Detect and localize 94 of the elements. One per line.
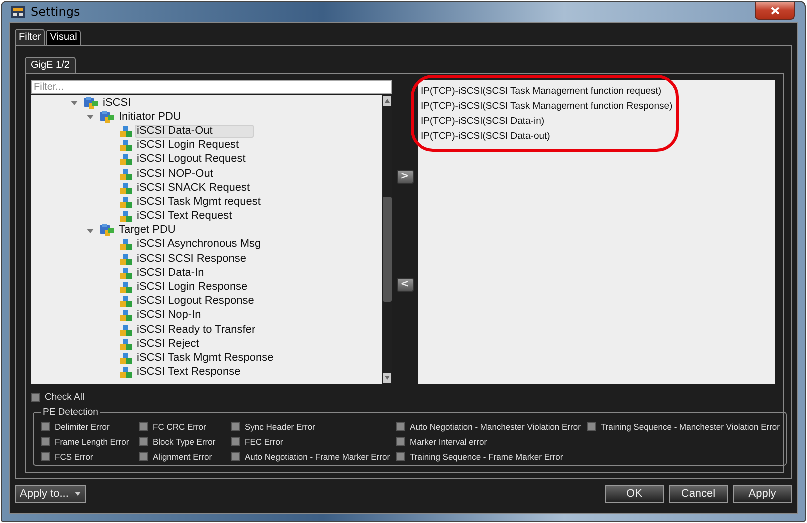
folder-icon xyxy=(84,96,98,110)
tab[interactable]: Filter xyxy=(15,29,46,45)
checkbox-label: Auto Negotiation - Manchester Violation Error xyxy=(410,422,581,432)
apply-to-dropdown[interactable]: Apply to... xyxy=(15,485,86,503)
caret-icon xyxy=(74,492,81,496)
window-title: Settings xyxy=(31,5,80,19)
list-item[interactable]: IP(TCP)-iSCSI(SCSI Data-out) xyxy=(421,129,772,144)
checkbox[interactable] xyxy=(31,393,40,402)
dialog-button[interactable]: Cancel xyxy=(669,485,728,503)
checkbox[interactable] xyxy=(139,437,148,446)
tree-item[interactable]: iSCSI SNACK Request xyxy=(135,182,252,195)
tree-item[interactable]: iSCSI Login Request xyxy=(135,139,242,152)
tree-item[interactable]: iSCSI Data-Out xyxy=(135,124,254,138)
tree-item[interactable]: iSCSI Asynchronous Msg xyxy=(135,238,264,252)
checkbox-label: Frame Length Error xyxy=(55,436,130,446)
dialog-button[interactable]: Apply xyxy=(733,485,792,503)
tree-item[interactable]: iSCSI Logout Request xyxy=(135,153,248,166)
dialog-button[interactable]: OK xyxy=(605,485,664,503)
packet-icon xyxy=(120,367,132,378)
scroll-up-icon[interactable] xyxy=(384,99,390,103)
checkbox-label: Delimiter Error xyxy=(55,422,110,432)
packet-icon xyxy=(120,282,132,294)
expanded-arrow-icon[interactable] xyxy=(87,114,94,120)
tree-item[interactable]: Initiator PDU xyxy=(117,110,184,124)
tree-item[interactable]: iSCSI Login Response xyxy=(135,281,250,294)
checkbox-label: FCS Error xyxy=(55,452,94,462)
checkbox-label: Alignment Error xyxy=(153,452,212,462)
group-title: PE Detection xyxy=(42,407,100,418)
checkbox-label: Check All xyxy=(45,392,85,403)
checkbox[interactable] xyxy=(396,452,406,461)
packet-icon xyxy=(120,182,132,194)
tree-item[interactable]: iSCSI Reject xyxy=(135,338,202,351)
tree-item[interactable]: iSCSI Text Request xyxy=(135,210,234,224)
checkbox[interactable] xyxy=(396,437,406,446)
filter-field[interactable]: Filter... xyxy=(31,80,392,94)
checkbox-label: FEC Error xyxy=(245,436,284,446)
packet-icon xyxy=(120,352,132,364)
checkbox[interactable] xyxy=(139,452,148,461)
checkbox[interactable] xyxy=(139,422,148,431)
checkbox-label: Sync Header Error xyxy=(245,422,316,432)
packet-icon xyxy=(120,168,132,180)
packet-icon xyxy=(120,254,132,265)
app-icon xyxy=(11,6,25,18)
packet-icon xyxy=(120,211,132,222)
expanded-arrow-icon[interactable] xyxy=(71,100,78,106)
checkbox-label: FC CRC Error xyxy=(153,422,206,432)
checkbox[interactable] xyxy=(231,437,240,446)
packet-icon xyxy=(120,268,132,279)
checkbox-label: Marker Interval error xyxy=(410,436,488,446)
tree-item[interactable]: iSCSI Logout Response xyxy=(135,295,256,308)
checkbox[interactable] xyxy=(41,452,50,461)
tree-item[interactable]: iSCSI Ready to Transfer xyxy=(135,324,258,337)
close-button[interactable] xyxy=(755,2,795,20)
tree-item[interactable]: iSCSI Nop-In xyxy=(135,309,204,322)
checkbox[interactable] xyxy=(396,422,406,431)
packet-icon xyxy=(120,154,132,166)
move-button[interactable]: < xyxy=(396,278,414,292)
tree-item[interactable]: iSCSI Task Mgmt request xyxy=(135,196,263,209)
tree-item[interactable]: iSCSI SCSI Response xyxy=(135,252,248,266)
tree-item[interactable]: iSCSI xyxy=(101,96,134,110)
packet-icon xyxy=(120,296,132,308)
list-item[interactable]: IP(TCP)-iSCSI(SCSI Data-in) xyxy=(421,114,772,129)
list-item[interactable]: IP(TCP)-iSCSI(SCSI Task Management function request) xyxy=(421,84,772,99)
checkbox[interactable] xyxy=(231,422,240,431)
tree-item[interactable]: iSCSI Task Mgmt Response xyxy=(135,352,276,365)
folder-icon xyxy=(100,224,114,238)
tab[interactable]: GigE 1/2 xyxy=(25,57,76,73)
tree-item[interactable]: iSCSI Text Response xyxy=(135,366,243,380)
packet-icon xyxy=(120,324,132,336)
checkbox-label: Training Sequence - Manchester Violation Error xyxy=(600,422,780,432)
checkbox-label: Auto Negotiation - Frame Marker Error xyxy=(245,452,390,462)
checkbox[interactable] xyxy=(41,422,50,431)
packet-icon xyxy=(120,140,132,152)
list-item[interactable]: IP(TCP)-iSCSI(SCSI Task Management function Response) xyxy=(421,99,772,114)
packet-icon xyxy=(120,310,132,322)
scroll-down-icon[interactable] xyxy=(384,376,390,380)
checkbox[interactable] xyxy=(586,422,596,431)
packet-icon xyxy=(120,239,132,250)
checkbox-label: Block Type Error xyxy=(153,436,216,446)
tree-item[interactable]: Target PDU xyxy=(117,224,178,238)
checkbox[interactable] xyxy=(231,452,240,461)
expanded-arrow-icon[interactable] xyxy=(87,228,94,234)
tab[interactable]: Visual xyxy=(46,30,82,45)
checkbox-label: Training Sequence - Frame Marker Error xyxy=(410,452,564,462)
tree-item[interactable]: iSCSI Data-In xyxy=(135,266,206,280)
packet-icon xyxy=(120,126,132,137)
tree-item[interactable]: iSCSI NOP-Out xyxy=(135,168,216,181)
packet-icon xyxy=(120,196,132,208)
close-icon xyxy=(770,6,780,14)
checkbox[interactable] xyxy=(41,437,50,446)
packet-icon xyxy=(120,338,132,350)
folder-icon xyxy=(100,110,114,124)
scrollbar[interactable] xyxy=(382,95,392,384)
move-button[interactable]: > xyxy=(396,170,414,184)
